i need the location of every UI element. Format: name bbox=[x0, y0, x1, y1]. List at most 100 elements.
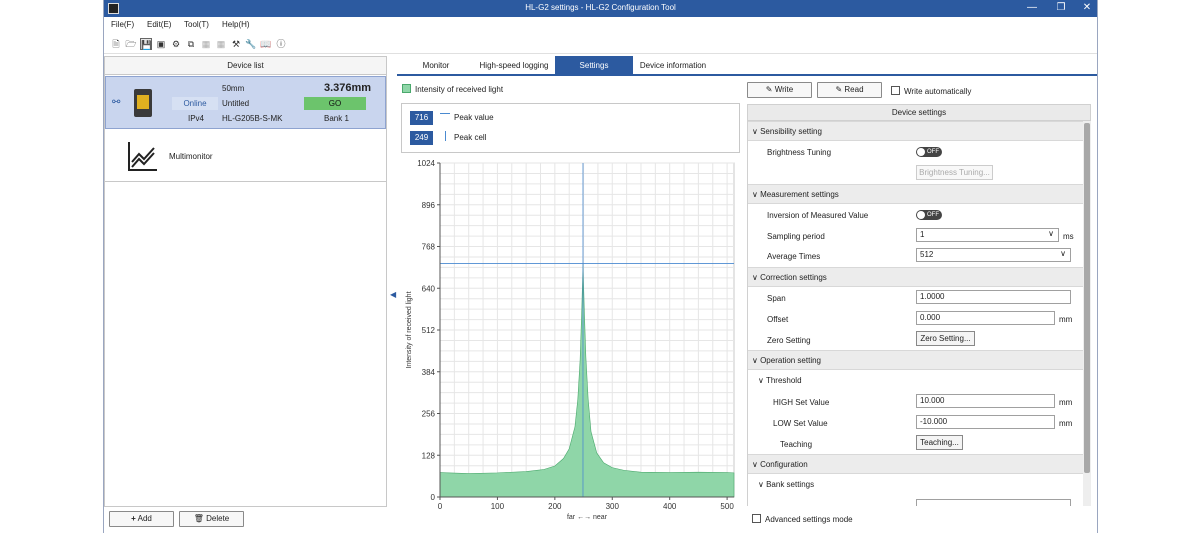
write-icon: ✎ bbox=[765, 85, 773, 94]
advanced-settings-checkbox[interactable] bbox=[752, 514, 761, 523]
x-axis-label: far ←→ near bbox=[567, 514, 608, 521]
sampling-period-select[interactable]: 1 ∨ bbox=[916, 228, 1059, 242]
save-as-icon[interactable]: ▣ bbox=[155, 38, 167, 50]
offset-input[interactable]: 0.000 bbox=[916, 311, 1055, 325]
average-times-select[interactable]: 512 ∨ bbox=[916, 248, 1071, 262]
chevron-down-icon: ∨ bbox=[1060, 249, 1066, 258]
paste-icon[interactable]: ▦ bbox=[200, 38, 212, 50]
manual-icon[interactable]: 📖 bbox=[260, 38, 272, 50]
y-tick-label: 384 bbox=[422, 368, 436, 377]
zero-setting-button[interactable]: Zero Setting... bbox=[916, 331, 975, 346]
connect-icon[interactable]: ⚙ bbox=[170, 38, 182, 50]
wrench-icon[interactable]: 🔧 bbox=[245, 38, 257, 50]
high-unit: mm bbox=[1059, 398, 1073, 407]
device-bank: Bank 1 bbox=[324, 114, 349, 123]
multimonitor-item[interactable]: Multimonitor bbox=[105, 130, 386, 182]
read-button[interactable]: ✎ Read bbox=[817, 82, 882, 98]
chevron-down-icon: ∨ bbox=[752, 356, 761, 365]
restore-button[interactable]: ❐ bbox=[1050, 1, 1072, 15]
high-set-value-input[interactable]: 10.000 bbox=[916, 394, 1055, 408]
chevron-down-icon: ∨ bbox=[1048, 229, 1054, 238]
y-tick-label: 0 bbox=[431, 493, 436, 502]
section-correction[interactable]: ∨ Correction settings bbox=[748, 267, 1083, 287]
save-icon[interactable]: 💾 bbox=[140, 38, 152, 50]
peak-value-box: 716 bbox=[410, 111, 433, 125]
sampling-period-value: 1 bbox=[920, 230, 925, 239]
brightness-tuning-toggle[interactable]: OFF bbox=[916, 147, 942, 157]
device-model: HL-G205B-S-MK bbox=[222, 114, 283, 123]
section-sensibility[interactable]: ∨ Sensibility setting bbox=[748, 121, 1083, 141]
device-protocol: IPv4 bbox=[188, 114, 205, 123]
peak-value-label: Peak value bbox=[454, 113, 494, 122]
title-bar: HL-G2 settings - HL-G2 Configuration Too… bbox=[104, 0, 1097, 17]
menu-help[interactable]: Help(H) bbox=[222, 20, 250, 29]
device-status: Online bbox=[172, 97, 218, 110]
device-list-header: Device list bbox=[105, 57, 386, 75]
device-item[interactable]: ⚯ 50mm 3.376mm Online Untitled GO IPv4 H… bbox=[105, 76, 386, 129]
legend-swatch bbox=[402, 84, 411, 93]
low-set-value-input[interactable]: -10.000 bbox=[916, 415, 1055, 429]
section-configuration-label: Configuration bbox=[760, 460, 808, 469]
device-range: 50mm bbox=[222, 84, 245, 93]
x-tick-label: 500 bbox=[720, 502, 734, 511]
section-measurement[interactable]: ∨ Measurement settings bbox=[748, 184, 1083, 204]
subsection-bank[interactable]: ∨ Bank settings bbox=[748, 475, 1083, 495]
inversion-toggle[interactable]: OFF bbox=[916, 210, 942, 220]
scrollbar-thumb[interactable] bbox=[1084, 123, 1090, 473]
peak-cell-box: 249 bbox=[410, 131, 433, 145]
menu-edit[interactable]: Edit(E) bbox=[147, 20, 171, 29]
collapse-panel-icon[interactable]: ◀ bbox=[390, 290, 396, 299]
x-tick-label: 300 bbox=[606, 502, 620, 511]
tab-high-speed-logging[interactable]: High-speed logging bbox=[473, 56, 555, 76]
info-icon[interactable]: ⓘ bbox=[275, 38, 287, 50]
write-automatically-checkbox[interactable] bbox=[891, 86, 900, 95]
y-tick-label: 896 bbox=[422, 201, 436, 210]
menu-file[interactable]: File(F) bbox=[111, 20, 134, 29]
peak-info-box: 716 Peak value 249 Peak cell bbox=[401, 103, 740, 153]
section-sensibility-label: Sensibility setting bbox=[760, 127, 822, 136]
teaching-button[interactable]: Teaching... bbox=[916, 435, 963, 450]
chevron-down-icon: ∨ bbox=[758, 480, 767, 489]
y-tick-label: 1024 bbox=[417, 159, 435, 168]
settings-panel: ✎ Write ✎ Read Write automatically Devic… bbox=[747, 80, 1097, 530]
tab-monitor[interactable]: Monitor bbox=[414, 56, 458, 76]
average-times-value: 512 bbox=[920, 250, 934, 259]
chevron-down-icon: ∨ bbox=[752, 273, 761, 282]
section-measurement-label: Measurement settings bbox=[760, 190, 839, 199]
settings-scrollbar[interactable] bbox=[1083, 121, 1091, 506]
tab-bar: Monitor High-speed logging Settings Devi… bbox=[397, 56, 1097, 76]
new-file-icon[interactable]: 🗎 bbox=[110, 38, 122, 50]
write-button[interactable]: ✎ Write bbox=[747, 82, 812, 98]
minimize-button[interactable]: — bbox=[1021, 1, 1043, 15]
section-operation-label: Operation setting bbox=[760, 356, 822, 365]
brightness-tuning-button[interactable]: Brightness Tuning... bbox=[916, 165, 993, 180]
sampling-unit: ms bbox=[1063, 232, 1074, 241]
toolbar: 🗎 🗁 💾 ▣ ⚙ ⧉ ▦ ▦ ⚒ 🔧 📖 ⓘ bbox=[104, 34, 1097, 54]
brightness-toggle-text: OFF bbox=[927, 149, 939, 155]
sensor-icon bbox=[130, 87, 156, 119]
y-tick-label: 640 bbox=[422, 284, 436, 293]
add-button[interactable]: + Add bbox=[109, 511, 174, 527]
menu-tool[interactable]: Tool(T) bbox=[184, 20, 209, 29]
section-operation[interactable]: ∨ Operation setting bbox=[748, 350, 1083, 370]
read-label: Read bbox=[844, 85, 864, 94]
legend-label: Intensity of received light bbox=[415, 85, 504, 94]
tab-settings[interactable]: Settings bbox=[555, 56, 633, 76]
link-icon: ⚯ bbox=[112, 97, 121, 108]
copy-icon[interactable]: ⧉ bbox=[185, 38, 197, 50]
span-input[interactable]: 1.0000 bbox=[916, 290, 1071, 304]
compare-icon[interactable]: ▦ bbox=[215, 38, 227, 50]
close-button[interactable]: ✕ bbox=[1076, 1, 1098, 15]
tools-icon[interactable]: ⚒ bbox=[230, 38, 242, 50]
teaching-label: Teaching bbox=[780, 440, 813, 449]
section-configuration[interactable]: ∨ Configuration bbox=[748, 454, 1083, 474]
tab-device-information[interactable]: Device information bbox=[633, 56, 713, 76]
subsection-threshold[interactable]: ∨ Threshold bbox=[748, 371, 1083, 391]
device-name: Untitled bbox=[222, 99, 250, 108]
sampling-period-label: Sampling period bbox=[767, 232, 825, 241]
low-set-value-label: LOW Set Value bbox=[773, 419, 828, 428]
y-tick-label: 768 bbox=[422, 243, 436, 252]
open-folder-icon[interactable]: 🗁 bbox=[125, 38, 137, 50]
delete-button[interactable]: 🗑 Delete bbox=[179, 511, 244, 527]
bank-select-partial[interactable] bbox=[916, 499, 1071, 506]
